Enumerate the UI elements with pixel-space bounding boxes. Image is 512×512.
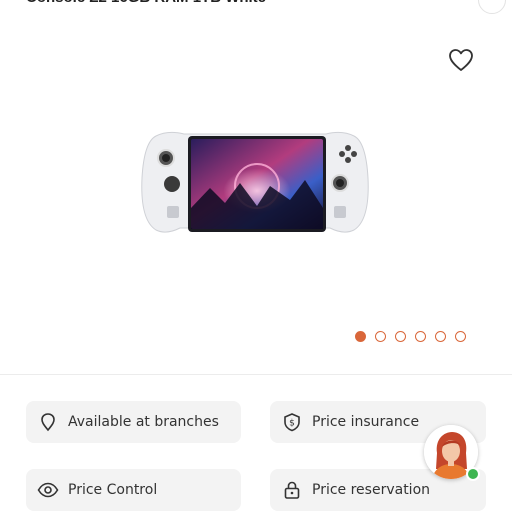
carousel-dot[interactable] bbox=[415, 331, 426, 342]
carousel-dot[interactable] bbox=[355, 331, 366, 342]
image-carousel-dots bbox=[355, 331, 466, 342]
feature-label: Price insurance bbox=[312, 414, 420, 430]
feature-available-at-branches[interactable]: Available at branches bbox=[26, 401, 241, 443]
location-pin-icon bbox=[37, 411, 59, 433]
feature-label: Price reservation bbox=[312, 482, 431, 498]
carousel-dot[interactable] bbox=[455, 331, 466, 342]
shield-dollar-icon: $ bbox=[281, 411, 303, 433]
carousel-dot[interactable] bbox=[375, 331, 386, 342]
feature-label: Available at branches bbox=[68, 414, 219, 430]
carousel-dot[interactable] bbox=[435, 331, 446, 342]
eye-icon bbox=[37, 479, 59, 501]
product-image[interactable] bbox=[140, 128, 370, 236]
wishlist-heart-icon[interactable] bbox=[446, 46, 476, 74]
feature-label: Price Control bbox=[68, 482, 158, 498]
carousel-dot[interactable] bbox=[395, 331, 406, 342]
svg-text:$: $ bbox=[289, 419, 295, 429]
online-status-indicator bbox=[466, 467, 480, 481]
feature-price-control[interactable]: Price Control bbox=[26, 469, 241, 511]
product-title: Console Z2 16GB RAM 1TB White bbox=[0, 0, 512, 12]
lock-icon bbox=[281, 479, 303, 501]
section-divider bbox=[0, 374, 512, 375]
